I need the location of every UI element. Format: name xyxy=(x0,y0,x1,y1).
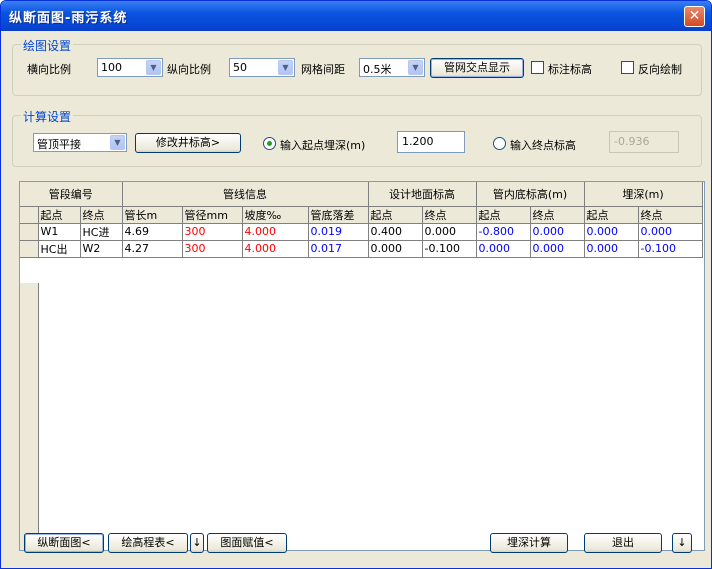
table-cell[interactable]: 300 xyxy=(182,223,243,241)
table-cell[interactable]: W2 xyxy=(80,240,123,258)
table-cell[interactable]: 0.019 xyxy=(308,223,369,241)
column-header[interactable]: 起点 xyxy=(38,206,81,224)
draw-settings-group: 绘图设置 横向比例 100 ▼ 纵向比例 50 ▼ 网格间距 0.5米 ▼ 管网… xyxy=(12,37,702,96)
table-cell[interactable]: 0.000 xyxy=(530,240,585,258)
group-header-row: 管段编号 管线信息 设计地面标高 管内底标高(m) 埋深(m) xyxy=(20,182,703,207)
row-header[interactable] xyxy=(20,223,39,241)
group-header-depth: 埋深(m) xyxy=(584,182,703,207)
start-depth-label: 输入起点埋深(m) xyxy=(280,139,366,152)
calc-mode-value: 管顶平接 xyxy=(37,138,81,151)
exit-button[interactable]: 退出 xyxy=(584,533,662,553)
v-scale-label: 纵向比例 xyxy=(167,63,211,76)
row-header-column xyxy=(20,283,39,550)
down-arrow-icon: ↓ xyxy=(192,536,202,549)
table-cell[interactable]: 0.017 xyxy=(308,240,369,258)
column-header[interactable]: 管长m xyxy=(122,206,183,224)
mark-elevation-checkbox[interactable] xyxy=(531,61,544,74)
column-header[interactable]: 管底落差 xyxy=(308,206,369,224)
depth-calc-button[interactable]: 埋深计算 xyxy=(490,533,568,553)
column-header[interactable]: 管径mm xyxy=(182,206,243,224)
elevation-table-dropdown[interactable]: ↓ xyxy=(190,533,204,553)
grid-spacing-value: 0.5米 xyxy=(363,63,392,76)
end-elevation-radio[interactable] xyxy=(493,137,506,150)
grid-spacing-label: 网格间距 xyxy=(301,63,345,76)
table-cell[interactable]: HC进 xyxy=(80,223,123,241)
table-cell[interactable]: W1 xyxy=(38,223,81,241)
end-elevation-input: -0.936 xyxy=(609,131,679,153)
table-cell[interactable]: -0.800 xyxy=(476,223,531,241)
start-depth-input[interactable]: 1.200 xyxy=(397,131,465,153)
table-row[interactable]: W1 HC进 4.69 300 4.000 0.019 0.400 0.000 … xyxy=(20,223,703,241)
more-dropdown[interactable]: ↓ xyxy=(672,533,692,553)
group-header-invert-elev: 管内底标高(m) xyxy=(476,182,585,207)
column-header[interactable]: 终点 xyxy=(530,206,585,224)
table-cell[interactable]: 0.000 xyxy=(530,223,585,241)
table-cell[interactable]: 300 xyxy=(182,240,243,258)
h-scale-combo[interactable]: 100 ▼ xyxy=(97,58,163,77)
show-intersections-button[interactable]: 管网交点显示 xyxy=(430,58,524,78)
calc-settings-group: 计算设置 管顶平接 ▼ 修改井标高> 输入起点埋深(m) 1.200 输入终点标… xyxy=(12,108,702,167)
pipe-table: 管段编号 管线信息 设计地面标高 管内底标高(m) 埋深(m) 起点 终点 管长… xyxy=(20,182,703,258)
chevron-down-icon[interactable]: ▼ xyxy=(278,60,293,75)
column-header[interactable]: 终点 xyxy=(422,206,477,224)
start-depth-radio[interactable] xyxy=(263,137,276,150)
row-header-corner xyxy=(20,206,39,224)
column-header[interactable]: 起点 xyxy=(476,206,531,224)
table-cell[interactable]: 0.000 xyxy=(638,223,703,241)
close-button[interactable]: ✕ xyxy=(684,6,705,27)
table-cell[interactable]: -0.100 xyxy=(422,240,477,258)
table-cell[interactable]: 4.27 xyxy=(122,240,183,258)
chevron-down-icon[interactable]: ▼ xyxy=(146,60,161,75)
pipe-data-grid[interactable]: 管段编号 管线信息 设计地面标高 管内底标高(m) 埋深(m) 起点 终点 管长… xyxy=(19,181,705,551)
reverse-draw-checkbox[interactable] xyxy=(621,61,634,74)
column-header[interactable]: 起点 xyxy=(368,206,423,224)
column-header-row: 起点 终点 管长m 管径mm 坡度‰ 管底落差 起点 终点 起点 终点 起点 终… xyxy=(20,206,703,224)
row-header[interactable] xyxy=(20,240,39,258)
table-cell[interactable]: 0.000 xyxy=(584,240,639,258)
column-header[interactable]: 起点 xyxy=(584,206,639,224)
table-cell[interactable]: -0.100 xyxy=(638,240,703,258)
group-header-ground-elev: 设计地面标高 xyxy=(368,182,477,207)
column-header[interactable]: 终点 xyxy=(80,206,123,224)
table-cell[interactable]: 0.000 xyxy=(422,223,477,241)
column-header[interactable]: 坡度‰ xyxy=(242,206,309,224)
mark-elevation-label: 标注标高 xyxy=(548,63,592,76)
v-scale-combo[interactable]: 50 ▼ xyxy=(229,58,295,77)
table-cell[interactable]: 0.400 xyxy=(368,223,423,241)
column-header[interactable]: 终点 xyxy=(638,206,703,224)
end-elevation-label: 输入终点标高 xyxy=(510,139,576,152)
table-cell[interactable]: 0.000 xyxy=(584,223,639,241)
h-scale-label: 横向比例 xyxy=(27,63,71,76)
profile-drawing-button[interactable]: 纵断面图< xyxy=(24,533,104,553)
modify-elevation-button[interactable]: 修改井标高> xyxy=(135,133,241,153)
draw-settings-legend: 绘图设置 xyxy=(21,37,74,54)
table-cell[interactable]: 4.000 xyxy=(242,223,309,241)
calc-settings-legend: 计算设置 xyxy=(21,108,74,125)
down-arrow-icon: ↓ xyxy=(677,536,687,549)
table-cell[interactable]: HC出 xyxy=(38,240,81,258)
h-scale-value: 100 xyxy=(101,61,122,74)
group-header-segment: 管段编号 xyxy=(20,182,123,207)
chevron-down-icon[interactable]: ▼ xyxy=(110,135,125,150)
grid-spacing-combo[interactable]: 0.5米 ▼ xyxy=(359,58,425,77)
dialog-client: 绘图设置 横向比例 100 ▼ 纵向比例 50 ▼ 网格间距 0.5米 ▼ 管网… xyxy=(4,31,708,567)
table-cell[interactable]: 4.000 xyxy=(242,240,309,258)
elevation-table-button[interactable]: 绘高程表< xyxy=(108,533,188,553)
window-title: 纵断面图-雨污系统 xyxy=(9,11,128,26)
reverse-draw-label: 反向绘制 xyxy=(638,63,682,76)
v-scale-value: 50 xyxy=(233,61,247,74)
close-icon: ✕ xyxy=(688,8,701,24)
calc-mode-combo[interactable]: 管顶平接 ▼ xyxy=(33,133,127,152)
table-cell[interactable]: 4.69 xyxy=(122,223,183,241)
dialog-window: 纵断面图-雨污系统 ✕ 绘图设置 横向比例 100 ▼ 纵向比例 50 ▼ 网格… xyxy=(0,0,712,569)
assign-values-button[interactable]: 图面赋值< xyxy=(207,533,287,553)
group-header-pipe-info: 管线信息 xyxy=(122,182,369,207)
table-row[interactable]: HC出 W2 4.27 300 4.000 0.017 0.000 -0.100… xyxy=(20,240,703,258)
table-cell[interactable]: 0.000 xyxy=(476,240,531,258)
chevron-down-icon[interactable]: ▼ xyxy=(408,60,423,75)
title-bar[interactable]: 纵断面图-雨污系统 ✕ xyxy=(1,1,711,31)
table-cell[interactable]: 0.000 xyxy=(368,240,423,258)
